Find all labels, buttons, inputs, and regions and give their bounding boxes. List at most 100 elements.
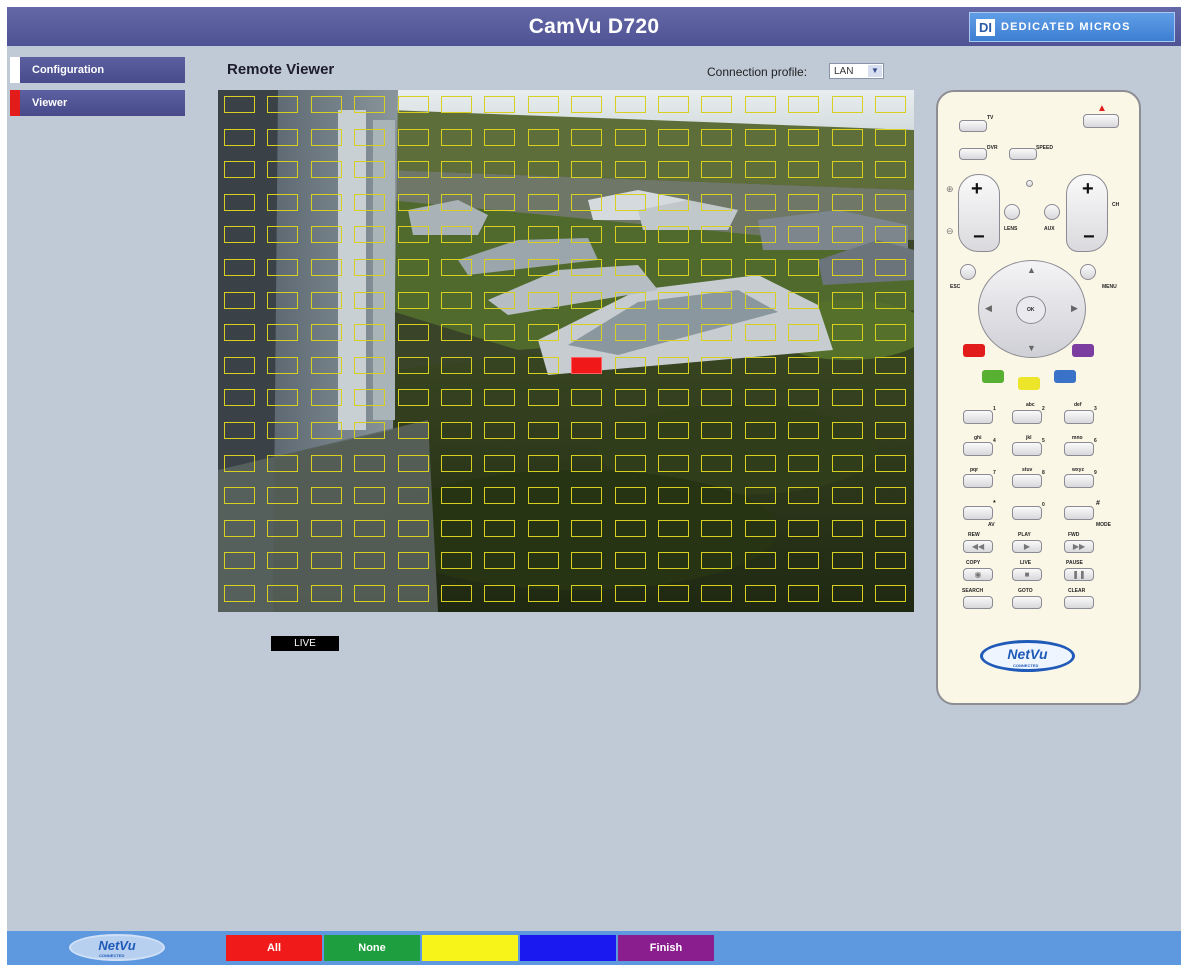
grid-cell[interactable] xyxy=(310,193,342,211)
grid-cell[interactable] xyxy=(831,422,863,439)
camera-view[interactable] xyxy=(218,90,914,612)
blue-key-button[interactable] xyxy=(1054,370,1076,383)
grid-cell[interactable] xyxy=(744,161,776,179)
grid-cell[interactable] xyxy=(441,96,472,113)
grid-cell[interactable] xyxy=(571,291,603,309)
grid-cell[interactable] xyxy=(831,585,863,602)
grid-cell[interactable] xyxy=(744,422,776,439)
grid-cell[interactable] xyxy=(484,96,516,113)
clear-button[interactable] xyxy=(1064,596,1094,609)
grid-cell[interactable] xyxy=(267,389,299,407)
grid-cell[interactable] xyxy=(224,128,255,146)
grid-cell[interactable] xyxy=(527,552,559,570)
grid-cell[interactable] xyxy=(788,96,820,113)
grid-cell[interactable] xyxy=(831,389,863,407)
grid-cell[interactable] xyxy=(658,96,689,113)
grid-cell[interactable] xyxy=(701,519,733,537)
grid-cell[interactable] xyxy=(744,454,776,472)
grid-cell[interactable] xyxy=(831,259,863,276)
grid-cell[interactable] xyxy=(527,128,559,146)
grid-cell[interactable] xyxy=(875,128,906,146)
sidebar-item-configuration[interactable]: Configuration xyxy=(10,57,185,83)
grid-cell[interactable] xyxy=(875,324,906,342)
grid-cell[interactable] xyxy=(310,487,342,505)
play-button[interactable]: ▶ xyxy=(1012,540,1042,553)
grid-cell[interactable] xyxy=(397,226,429,244)
key-2-button[interactable] xyxy=(1012,410,1042,424)
key-star-button[interactable] xyxy=(963,506,993,520)
grid-cell[interactable] xyxy=(527,161,559,179)
grid-cell[interactable] xyxy=(310,389,342,407)
grid-cell[interactable] xyxy=(701,324,733,342)
key-3-button[interactable] xyxy=(1064,410,1094,424)
grid-cell[interactable] xyxy=(354,454,386,472)
grid-cell[interactable] xyxy=(744,552,776,570)
grid-cell[interactable] xyxy=(354,259,386,276)
grid-cell[interactable] xyxy=(527,454,559,472)
grid-cell[interactable] xyxy=(831,324,863,342)
grid-cell[interactable] xyxy=(484,193,516,211)
arrow-down-icon[interactable]: ▼ xyxy=(1027,343,1036,353)
select-all-button[interactable]: All xyxy=(226,935,322,961)
grid-cell[interactable] xyxy=(354,324,386,342)
grid-cell[interactable] xyxy=(484,487,516,505)
grid-cell[interactable] xyxy=(744,226,776,244)
grid-cell[interactable] xyxy=(788,356,820,374)
grid-cell[interactable] xyxy=(831,96,863,113)
grid-cell[interactable] xyxy=(354,487,386,505)
grid-cell[interactable] xyxy=(744,128,776,146)
grid-cell[interactable] xyxy=(571,454,603,472)
grid-cell[interactable] xyxy=(354,128,386,146)
esc-button[interactable] xyxy=(960,264,976,280)
grid-cell[interactable] xyxy=(224,324,255,342)
grid-cell[interactable] xyxy=(267,161,299,179)
grid-cell[interactable] xyxy=(224,193,255,211)
grid-cell[interactable] xyxy=(614,356,646,374)
select-none-button[interactable]: None xyxy=(324,935,420,961)
grid-cell[interactable] xyxy=(614,519,646,537)
grid-cell[interactable] xyxy=(397,259,429,276)
menu-button[interactable] xyxy=(1080,264,1096,280)
grid-cell[interactable] xyxy=(310,552,342,570)
grid-cell[interactable] xyxy=(397,389,429,407)
grid-cell[interactable] xyxy=(831,487,863,505)
grid-cell[interactable] xyxy=(441,161,472,179)
copy-button[interactable]: ◉ xyxy=(963,568,993,581)
grid-cell[interactable] xyxy=(571,519,603,537)
grid-cell[interactable] xyxy=(831,226,863,244)
grid-cell[interactable] xyxy=(875,356,906,374)
grid-cell[interactable] xyxy=(527,422,559,439)
grid-cell[interactable] xyxy=(571,96,603,113)
grid-cell-selected[interactable] xyxy=(571,356,603,374)
grid-cell[interactable] xyxy=(441,259,472,276)
grid-cell[interactable] xyxy=(310,291,342,309)
grid-cell[interactable] xyxy=(614,96,646,113)
grid-cell[interactable] xyxy=(354,193,386,211)
grid-cell[interactable] xyxy=(571,128,603,146)
connection-profile-select[interactable]: LAN ▼ xyxy=(829,63,884,79)
purple-key-button[interactable] xyxy=(1072,344,1094,357)
pause-button[interactable]: ❚❚ xyxy=(1064,568,1094,581)
grid-cell[interactable] xyxy=(397,161,429,179)
grid-cell[interactable] xyxy=(831,552,863,570)
grid-cell[interactable] xyxy=(658,324,689,342)
grid-cell[interactable] xyxy=(397,585,429,602)
grid-cell[interactable] xyxy=(310,259,342,276)
grid-cell[interactable] xyxy=(658,487,689,505)
grid-cell[interactable] xyxy=(744,389,776,407)
grid-cell[interactable] xyxy=(267,291,299,309)
grid-cell[interactable] xyxy=(224,454,255,472)
grid-cell[interactable] xyxy=(701,291,733,309)
grid-cell[interactable] xyxy=(875,291,906,309)
grid-cell[interactable] xyxy=(875,389,906,407)
motion-detection-grid[interactable] xyxy=(218,90,914,612)
grid-cell[interactable] xyxy=(527,487,559,505)
grid-cell[interactable] xyxy=(527,324,559,342)
grid-cell[interactable] xyxy=(484,324,516,342)
grid-cell[interactable] xyxy=(354,422,386,439)
ok-button[interactable]: OK xyxy=(1016,296,1046,324)
grid-cell[interactable] xyxy=(397,193,429,211)
grid-cell[interactable] xyxy=(310,585,342,602)
grid-cell[interactable] xyxy=(788,487,820,505)
grid-cell[interactable] xyxy=(788,552,820,570)
